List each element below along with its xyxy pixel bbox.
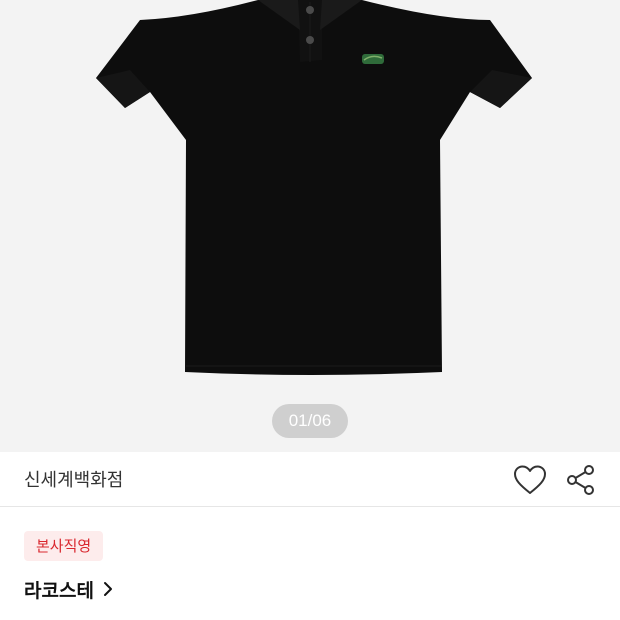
- heart-icon[interactable]: [512, 464, 548, 496]
- official-store-badge: 본사직영: [24, 531, 104, 561]
- image-page-indicator: 01/06: [272, 404, 348, 438]
- product-image[interactable]: [0, 0, 620, 452]
- brand-link[interactable]: 라코스테: [24, 574, 114, 604]
- brand-name: 라코스테: [24, 579, 94, 602]
- store-name[interactable]: 신세계백화점: [24, 466, 123, 492]
- product-image-gallery[interactable]: 01/06: [0, 0, 620, 452]
- chevron-right-icon: [103, 582, 112, 596]
- brand-logo-icon: [362, 54, 384, 64]
- share-icon[interactable]: [564, 463, 598, 497]
- store-info-row: 신세계백화점: [0, 452, 620, 507]
